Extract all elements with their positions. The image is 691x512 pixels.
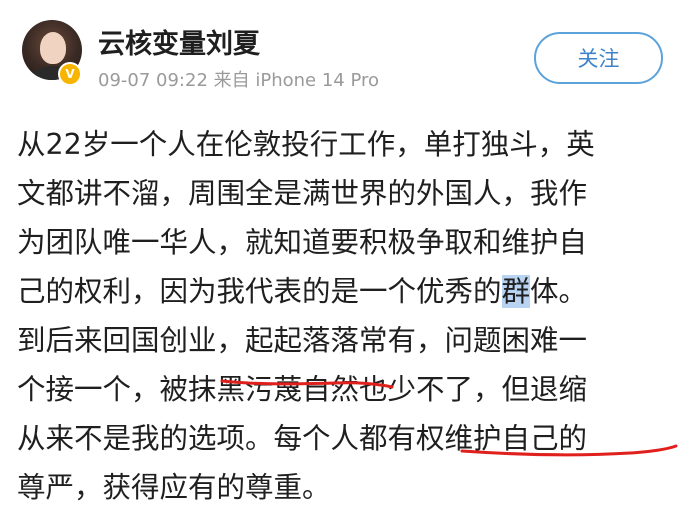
post-line: 尊严，获得应有的尊重。 [17,471,331,504]
post-line: 个接一个，被抹黑污蔑自然也少不了，但退缩 [17,373,588,406]
post-body: 从22岁一个人在伦敦投行工作，单打独斗，英 文都讲不溜，周围全是满世界的外国人，… [17,120,685,512]
post-meta: 09-07 09:22 来自 iPhone 14 Pro [98,70,380,91]
post-line: 到后来回国创业，起起落落常有，问题困难一 [17,324,588,357]
verified-badge-icon: V [58,62,82,86]
post-line-text: 体。 [530,275,588,308]
post-line: 从22岁一个人在伦敦投行工作，单打独斗，英 [17,128,595,161]
username[interactable]: 云核变量刘夏 [98,22,260,61]
avatar-face [40,32,66,64]
post-line: 从来不是我的选项。每个人都有权维护自己的 [17,422,588,455]
post-line: 己的权利，因为我代表的是一个优秀的群体。 [17,267,685,316]
post-line-text: 己的权利，因为我代表的是一个优秀的 [17,275,502,308]
post-line: 文都讲不溜，周围全是满世界的外国人，我作 [17,177,588,210]
follow-button[interactable]: 关注 [534,32,663,84]
selection-highlight: 群 [501,275,531,308]
post-line: 为团队唯一华人，就知道要积极争取和维护自 [17,226,588,259]
